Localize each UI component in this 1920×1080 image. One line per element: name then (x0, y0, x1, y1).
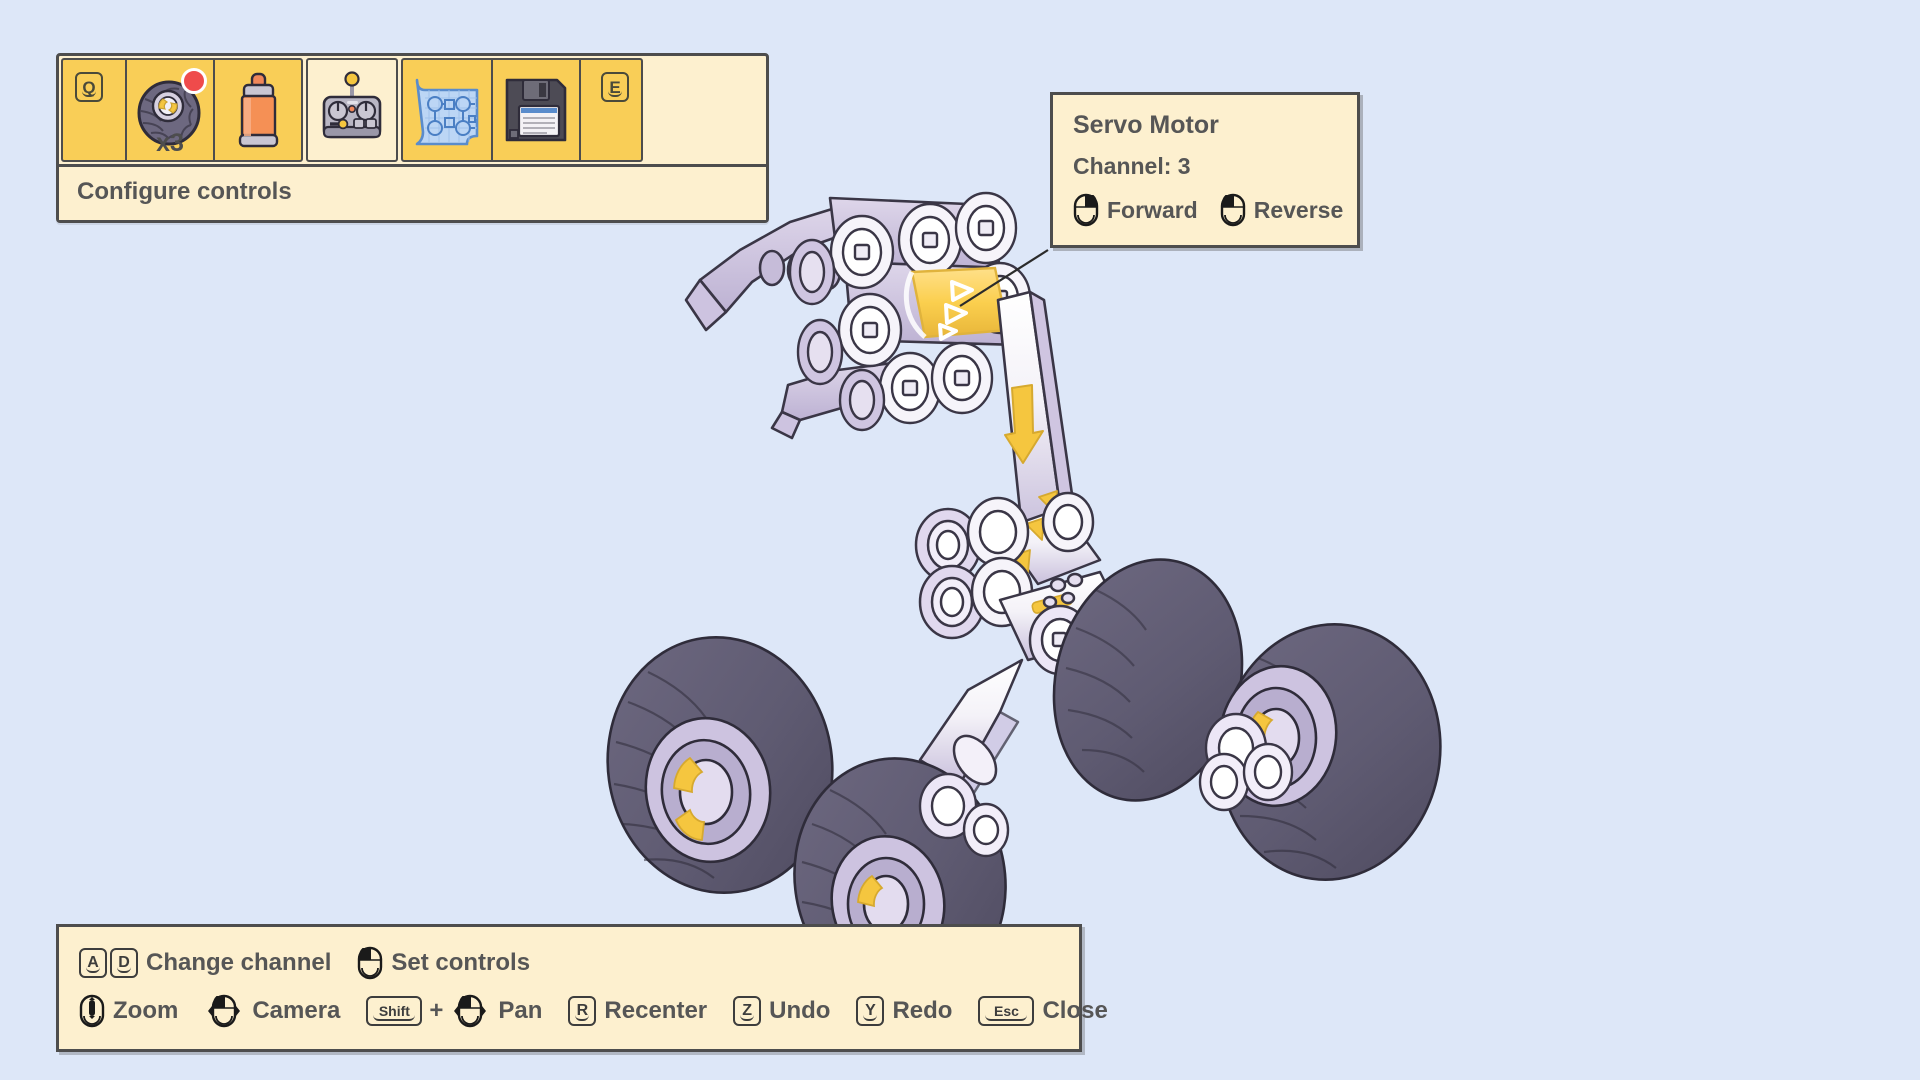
part-name: Servo Motor (1073, 111, 1219, 139)
hint-pan-joiner: + (429, 997, 444, 1024)
hint-close-label: Close (1042, 997, 1108, 1024)
toolbar-group-left: Q x3 (61, 58, 303, 162)
key-e-badge: E (601, 72, 629, 102)
key-shift: Shift (366, 996, 423, 1026)
hint-camera: Camera (204, 993, 340, 1029)
controls-hint-bar: A D Change channel Set controls Zoom Cam… (56, 924, 1108, 1052)
mouse-scroll-icon (79, 994, 105, 1028)
hint-set-controls-label: Set controls (391, 949, 531, 976)
toolbar-prev-key-slot[interactable]: Q (63, 60, 125, 160)
toolbar-slot-blueprint[interactable] (403, 60, 491, 160)
hint-close: Esc Close (978, 996, 1108, 1026)
wheel-rear-right (1218, 623, 1442, 881)
key-r: R (568, 996, 597, 1026)
upper-arm-beam (996, 290, 1078, 532)
toolbar-slot-wheel[interactable]: x3 (125, 60, 213, 160)
toolbar-mode-label: Configure controls (59, 164, 766, 220)
action-reverse[interactable]: Reverse (1220, 193, 1344, 227)
gripper-assembly (684, 196, 1020, 440)
mouse-drag-left-icon (208, 994, 241, 1028)
part-info-panel: Servo Motor Channel: 3 Forward Reverse (1050, 92, 1360, 248)
toolbar-group-right: E (401, 58, 643, 162)
hint-recenter: R Recenter (568, 996, 707, 1026)
hint-zoom: Zoom (79, 993, 178, 1029)
toolbar-slot-save[interactable] (491, 60, 579, 160)
right-hub-pegs (1198, 712, 1294, 812)
keys-ad: A D (79, 948, 138, 978)
hint-undo: Z Undo (733, 996, 830, 1026)
center-chassis (914, 490, 1138, 676)
app-root: Q x3 E Configure controls Servo Motor Ch… (0, 0, 1920, 1080)
left-axle (918, 658, 1024, 798)
mouse-left-button-icon (1220, 193, 1245, 227)
hint-row-2: Zoom Camera Shift + Pan R Recenter Z Und… (79, 989, 1108, 1033)
hint-recenter-label: Recenter (604, 997, 708, 1024)
callout-leader-line (959, 249, 1049, 307)
hint-row-1: A D Change channel Set controls (79, 941, 1059, 985)
remote-control-icon (322, 71, 382, 139)
hint-redo: Y Redo (856, 996, 952, 1026)
item-count-label: x3 (156, 129, 184, 157)
hint-redo-label: Redo (892, 997, 953, 1024)
hint-undo-label: Undo (769, 997, 831, 1024)
mouse-icon (358, 946, 383, 980)
key-esc: Esc (978, 996, 1035, 1026)
hint-pan-label: Pan (498, 997, 543, 1024)
left-hub-pegs (918, 772, 1010, 858)
servo-motor-highlight[interactable] (903, 266, 1010, 341)
key-y: Y (856, 996, 885, 1026)
wheel-front-left (606, 635, 834, 895)
part-channel: Channel: 3 (1073, 153, 1191, 179)
toolbar-group-selected (306, 58, 398, 162)
hint-change-channel: A D Change channel (79, 948, 331, 978)
key-z: Z (733, 996, 762, 1026)
toolbar-slot-row: Q x3 E (59, 56, 766, 164)
toolbar-slot-remote-control[interactable] (308, 60, 396, 160)
action-forward-label: Forward (1107, 196, 1198, 223)
new-item-badge (181, 68, 207, 94)
action-forward[interactable]: Forward (1073, 193, 1198, 227)
key-q-badge: Q (75, 72, 103, 102)
action-reverse-label: Reverse (1253, 196, 1344, 223)
model-group (606, 191, 1442, 1003)
part-action-list: Forward Reverse (1073, 193, 1343, 227)
right-axle (1070, 638, 1253, 759)
key-d: D (110, 948, 138, 978)
hint-set-controls: Set controls (357, 946, 530, 980)
toolbar-slot-spray-can[interactable] (213, 60, 301, 160)
toolbar-next-key-slot[interactable]: E (579, 60, 641, 160)
blueprint-icon (415, 78, 479, 146)
wheel-rear-left (1052, 558, 1244, 802)
hint-zoom-label: Zoom (113, 997, 179, 1024)
item-toolbar[interactable]: Q x3 E Configure controls (56, 53, 769, 223)
hint-pan: Shift + Pan (366, 993, 542, 1029)
mouse-right-button-icon (1073, 193, 1099, 227)
gripper-pegs (788, 191, 1032, 432)
floppy-disk-icon (505, 78, 567, 142)
spray-can-icon (238, 72, 279, 148)
mouse-drag-left-icon (454, 994, 487, 1028)
hint-camera-label: Camera (252, 997, 341, 1024)
hint-change-channel-label: Change channel (146, 949, 332, 976)
key-a: A (79, 948, 107, 978)
